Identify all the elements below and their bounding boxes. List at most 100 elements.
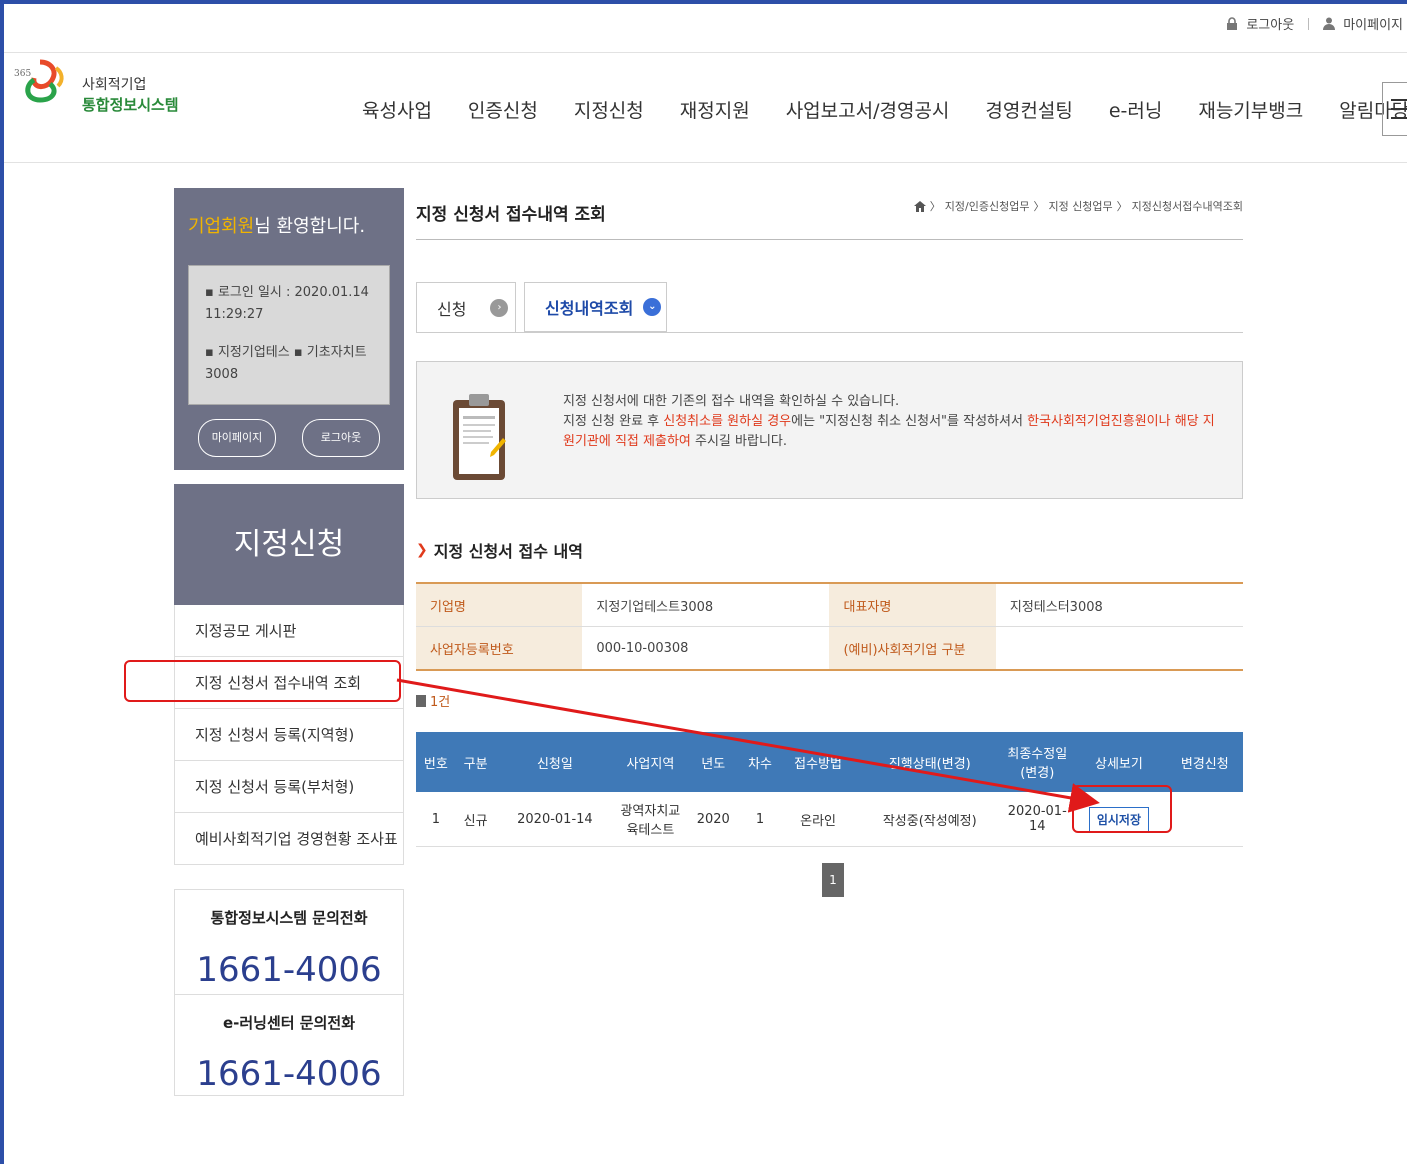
col-status: 진행상태(변경) xyxy=(856,732,1004,792)
cell-type: 신규 xyxy=(455,792,496,847)
gnb-item-growth[interactable]: 육성사업 xyxy=(362,96,432,123)
lnb-title: 지정신청 xyxy=(174,484,404,605)
col-method: 접수방법 xyxy=(779,732,857,792)
tab-apply-label: 신청 xyxy=(437,299,467,319)
col-date: 신청일 xyxy=(495,732,615,792)
company-type-label: (예비)사회적기업 구분 xyxy=(829,626,996,671)
breadcrumb-sep: 〉 xyxy=(929,200,941,213)
site-logo[interactable]: 365 사회적기업 통합정보시스템 xyxy=(12,56,182,114)
welcome-message: 기업회원님 환영합니다. xyxy=(188,212,365,238)
page: 로그아웃 마이페이지 365 사회적기업 통합정보시스템 육성사업 인증신청 지… xyxy=(4,4,1407,1164)
col-no: 번호 xyxy=(416,732,456,792)
login-org: ▪ 지정기업테스 ▪ 기초자치트3008 xyxy=(205,345,367,382)
login-info-box: ▪ 로그인 일시 : 2020.01.14 11:29:27 ▪ 지정기업테스 … xyxy=(188,265,390,405)
result-count: 1건 xyxy=(416,691,450,710)
col-type: 구분 xyxy=(455,732,496,792)
notice-part: 주시길 바랍니다. xyxy=(690,434,787,449)
welcome-text: 님 환영합니다. xyxy=(254,216,366,237)
cell-region: 광역자치교육테스트 xyxy=(614,792,687,847)
section-title-text: 지정 신청서 접수 내역 xyxy=(433,542,583,561)
col-year: 년도 xyxy=(686,732,741,792)
global-navigation: 육성사업 인증신청 지정신청 재정지원 사업보고서/경영공시 경영컨설팅 e-러… xyxy=(362,96,1407,123)
gnb-item-certification[interactable]: 인증신청 xyxy=(468,96,538,123)
table-header-row: 번호 구분 신청일 사업지역 년도 차수 접수방법 진행상태(변경) 최종수정일… xyxy=(416,732,1243,792)
page-title: 지정 신청서 접수내역 조회 xyxy=(416,205,606,225)
result-count-text: 1건 xyxy=(430,695,451,710)
reg-number-value: 000-10-00308 xyxy=(582,626,830,671)
rep-name-value: 지정테스터3008 xyxy=(995,583,1243,627)
highlight-box-button xyxy=(1072,785,1172,833)
company-type-value xyxy=(995,626,1243,671)
lnb-menu: 지정공모 게시판 지정 신청서 접수내역 조회 지정 신청서 등록(지역형) 지… xyxy=(174,605,404,865)
cell-year: 2020 xyxy=(686,792,741,847)
contact-label-system: 통합정보시스템 문의전화 xyxy=(210,909,368,927)
gnb-item-elearning[interactable]: e-러닝 xyxy=(1109,96,1163,123)
rep-name-label: 대표자명 xyxy=(829,583,996,627)
hamburger-menu-icon[interactable] xyxy=(1382,82,1407,136)
breadcrumb-sep: 〉 xyxy=(1033,200,1045,213)
notice-line1: 지정 신청서에 대한 기존의 접수 내역을 확인하실 수 있습니다. xyxy=(563,394,900,409)
home-icon[interactable] xyxy=(913,200,926,212)
gnb-item-consulting[interactable]: 경영컨설팅 xyxy=(985,96,1072,123)
cell-date: 2020-01-14 xyxy=(495,792,615,847)
notice-highlight: 신청취소를 원하실 경우 xyxy=(663,414,792,429)
contact-number-system: 1661-4006 xyxy=(196,950,382,990)
contact-divider xyxy=(175,994,403,995)
gnb-item-financial[interactable]: 재정지원 xyxy=(680,96,750,123)
bullet-icon xyxy=(416,694,426,707)
breadcrumb: 〉 지정/인증신청업무 〉 지정 신청업무 〉 지정신청서접수내역조회 xyxy=(913,198,1243,214)
svg-text:365: 365 xyxy=(14,69,31,79)
cell-round: 1 xyxy=(740,792,780,847)
mypage-button[interactable]: 마이페이지 xyxy=(198,419,276,457)
logo-mark-icon: 365 xyxy=(14,59,64,103)
contact-box: 통합정보시스템 문의전화 1661-4006 e-러닝센터 문의전화 1661-… xyxy=(174,889,404,1096)
tab-apply[interactable]: 신청 › xyxy=(416,282,516,332)
highlight-box-menu xyxy=(124,660,401,702)
gnb-item-report[interactable]: 사업보고서/경영공시 xyxy=(786,96,950,123)
arrow-right-icon: ❯ xyxy=(416,542,428,558)
cell-method: 온라인 xyxy=(779,792,857,847)
chevron-down-icon: ⌄ xyxy=(643,298,662,316)
breadcrumb-item[interactable]: 지정신청서접수내역조회 xyxy=(1132,198,1243,214)
header-divider xyxy=(4,162,1407,163)
title-underline xyxy=(416,239,1243,240)
login-time: ▪ 로그인 일시 : 2020.01.14 11:29:27 xyxy=(205,285,369,322)
col-round: 차수 xyxy=(740,732,780,792)
notice-text: 지정 신청서에 대한 기존의 접수 내역을 확인하실 수 있습니다. 지정 신청… xyxy=(563,392,1223,452)
breadcrumb-item[interactable]: 지정/인증신청업무 xyxy=(945,198,1030,214)
logout-link[interactable]: 로그아웃 xyxy=(1246,14,1294,33)
col-modified: 최종수정일(변경) xyxy=(1003,732,1072,792)
col-region: 사업지역 xyxy=(614,732,687,792)
notice-part: 에는 "지정신청 취소 신청서"를 작성하셔서 xyxy=(791,414,1028,429)
clipboard-icon xyxy=(453,394,506,480)
separator xyxy=(1308,17,1310,30)
lnb-item-board[interactable]: 지정공모 게시판 xyxy=(174,605,404,657)
notice-line2: 지정 신청 완료 후 신청취소를 원하실 경우에는 "지정신청 취소 신청서"를… xyxy=(563,412,1223,452)
pagination-page[interactable]: 1 xyxy=(822,863,844,897)
cell-modified: 2020-01-14 xyxy=(1003,792,1072,847)
col-change: 변경신청 xyxy=(1166,732,1243,792)
tab-history[interactable]: 신청내역조회 ⌄ xyxy=(524,282,667,332)
logout-button[interactable]: 로그아웃 xyxy=(302,419,380,457)
tab-history-label: 신청내역조회 xyxy=(545,299,634,318)
notice-part: 지정 신청 완료 후 xyxy=(563,414,664,429)
contact-label-elearning: e-러닝센터 문의전화 xyxy=(222,1014,356,1032)
lock-icon xyxy=(1226,17,1238,30)
breadcrumb-item[interactable]: 지정 신청업무 xyxy=(1048,198,1112,214)
col-detail: 상세보기 xyxy=(1071,732,1167,792)
chevron-right-icon: › xyxy=(490,298,509,317)
mypage-link[interactable]: 마이페이지 xyxy=(1343,14,1403,33)
cell-no: 1 xyxy=(416,792,456,847)
company-name-value: 지정기업테스트3008 xyxy=(582,583,830,627)
cell-change xyxy=(1166,792,1243,847)
user-icon xyxy=(1323,17,1336,30)
lnb-item-register-ministry[interactable]: 지정 신청서 등록(부처형) xyxy=(174,761,404,813)
lnb-item-survey[interactable]: 예비사회적기업 경영현황 조사표 xyxy=(174,813,404,865)
lnb-item-register-region[interactable]: 지정 신청서 등록(지역형) xyxy=(174,709,404,761)
breadcrumb-sep: 〉 xyxy=(1116,200,1128,213)
gnb-item-talent-bank[interactable]: 재능기부뱅크 xyxy=(1198,96,1303,123)
cell-status: 작성중(작성예정) xyxy=(856,792,1004,847)
gnb-item-designation[interactable]: 지정신청 xyxy=(574,96,644,123)
section-title: ❯ 지정 신청서 접수 내역 xyxy=(416,538,583,562)
reg-number-label: 사업자등록번호 xyxy=(416,626,583,671)
